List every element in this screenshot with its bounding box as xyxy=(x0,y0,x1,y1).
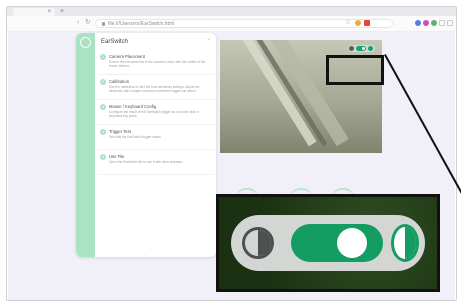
step-item[interactable]: 4 Trigger Test Test that the EarSwitch t… xyxy=(98,125,214,150)
extension-icon[interactable] xyxy=(431,20,437,26)
steps-list: 1 Camera Placement Ensure the ear canal … xyxy=(98,50,214,175)
preview-toggle-switch[interactable] xyxy=(356,46,366,51)
extension-icon[interactable] xyxy=(355,20,361,26)
zoom-highlight-box xyxy=(326,55,384,85)
chevron-up-icon[interactable]: ⌃ xyxy=(207,38,211,44)
step-number: 1 xyxy=(100,54,106,60)
browser-tab[interactable]: × xyxy=(13,8,55,16)
extensions-icon[interactable] xyxy=(439,20,445,26)
step-description: Open the EarSwitch file to use it with o… xyxy=(109,160,183,164)
tab-close-icon[interactable]: × xyxy=(47,8,51,16)
contrast-icon[interactable] xyxy=(242,227,274,259)
step-item[interactable]: 5 Use File Open the EarSwitch file to us… xyxy=(98,150,214,175)
extension-icon[interactable] xyxy=(364,20,370,26)
step-description: Use the calibration to find the best sen… xyxy=(109,85,200,93)
contrast-active-icon[interactable] xyxy=(391,224,419,262)
bookmark-icon[interactable]: ☆ xyxy=(345,19,351,27)
app-logo-icon xyxy=(80,37,91,48)
side-rail xyxy=(76,33,95,257)
tab-bar: × + xyxy=(7,7,456,16)
step-title: Trigger Test xyxy=(109,129,131,134)
browser-toolbar: ‹ ↻ file:///Users/xx/EarSwitch.html ☆ xyxy=(7,16,456,32)
preview-toggle-group xyxy=(348,45,375,52)
extension-icon[interactable] xyxy=(423,20,429,26)
menu-icon[interactable] xyxy=(447,20,453,26)
step-number: 4 xyxy=(100,129,106,135)
url-text: file:///Users/xx/EarSwitch.html xyxy=(108,21,175,27)
step-number: 2 xyxy=(100,79,106,85)
step-number: 5 xyxy=(100,154,106,160)
earswitch-panel: EarSwitch ⌃ 1 Camera Placement Ensure th… xyxy=(76,33,216,257)
contrast-active-icon[interactable] xyxy=(368,46,373,51)
reload-icon[interactable]: ↻ xyxy=(85,19,91,27)
contrast-icon[interactable] xyxy=(349,46,354,51)
step-item[interactable]: 2 Calibration Use the calibration to fin… xyxy=(98,75,214,100)
step-title: Camera Placement xyxy=(109,54,145,59)
zoom-callout xyxy=(216,194,440,292)
step-item[interactable]: 3 Mouse / Keyboard Config Configure the … xyxy=(98,100,214,125)
panel-footer: — xyxy=(150,247,153,251)
toggle-knob xyxy=(362,47,365,50)
extension-icon[interactable] xyxy=(415,20,421,26)
toggle-group xyxy=(231,215,425,271)
back-icon[interactable]: ‹ xyxy=(77,19,79,27)
new-tab-icon[interactable]: + xyxy=(60,7,64,16)
step-title: Calibration xyxy=(109,79,130,84)
step-description: Ensure the ear canal lies in the camera'… xyxy=(109,60,206,68)
toggle-knob xyxy=(337,228,367,258)
step-item[interactable]: 1 Camera Placement Ensure the ear canal … xyxy=(98,50,214,75)
step-title: Use File xyxy=(109,154,125,159)
step-title: Mouse / Keyboard Config xyxy=(109,104,157,109)
step-number: 3 xyxy=(100,104,106,110)
toggle-switch[interactable] xyxy=(291,224,383,262)
step-description: Configure the result of the EarSwitch tr… xyxy=(109,110,199,118)
step-description: Test that the EarSwitch trigger works. xyxy=(109,135,162,139)
app-title: EarSwitch xyxy=(101,39,129,45)
lock-icon xyxy=(102,21,105,26)
